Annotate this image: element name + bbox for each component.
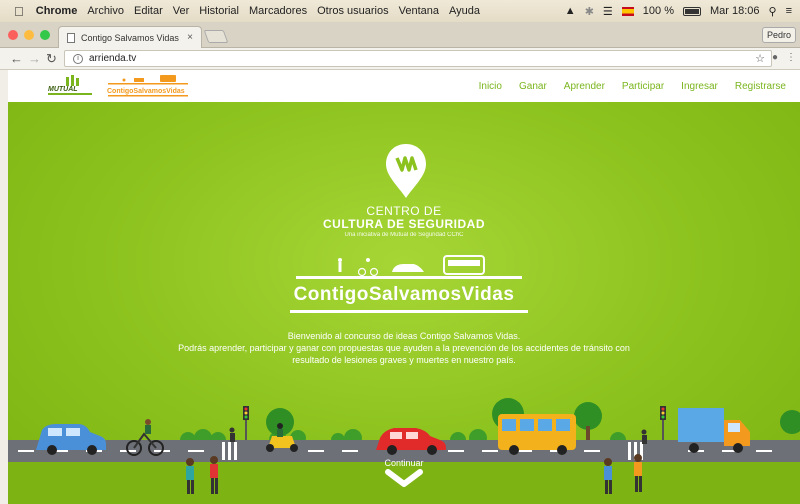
- hero-line-3: Una iniciativa de Mutual de Seguridad CC…: [344, 232, 464, 238]
- nav-participar[interactable]: Participar: [622, 81, 664, 92]
- yellow-bus: [498, 414, 576, 455]
- battery-percent: 100 %: [642, 5, 674, 17]
- car-icon: [392, 264, 424, 272]
- nav-inicio[interactable]: Inicio: [479, 81, 502, 92]
- minimize-window-icon[interactable]: [24, 30, 34, 40]
- menu-historial[interactable]: Historial: [199, 5, 239, 17]
- close-icon[interactable]: ×: [187, 32, 193, 43]
- site-nav: Inicio Ganar Aprender Participar Ingresa…: [462, 70, 786, 102]
- location-pin-icon: [386, 144, 426, 198]
- maximize-window-icon[interactable]: [40, 30, 50, 40]
- page-icon: [67, 32, 75, 43]
- hero-line-2: CULTURA DE SEGURIDAD: [323, 217, 485, 231]
- transport-icons: [296, 255, 522, 279]
- pedestrian-icon: [338, 258, 342, 262]
- brand-name: ContigoSalvamosVidas: [293, 284, 515, 305]
- flag-es-icon[interactable]: [621, 6, 634, 16]
- continue-label: Continuar: [384, 458, 424, 468]
- menu-ver[interactable]: Ver: [173, 5, 190, 17]
- cyclist-icon: [366, 258, 370, 262]
- hero-line-1: CENTRO DE: [366, 204, 442, 218]
- hero-title-block: CENTRO DE CULTURA DE SEGURIDAD Una inici…: [248, 204, 560, 238]
- menu-ventana[interactable]: Ventana: [399, 5, 439, 17]
- battery-icon[interactable]: [682, 6, 701, 16]
- site-header: MUTUAL ContigoSalvamosVidas Inicio Ganar…: [8, 70, 800, 102]
- browser-tab[interactable]: Contigo Salvamos Vidas ×: [58, 26, 202, 48]
- mac-menubar:  Chrome Archivo Editar Ver Historial Ma…: [0, 0, 800, 22]
- extension-icon[interactable]: ●: [772, 52, 778, 63]
- profile-button[interactable]: Pedro: [762, 27, 796, 43]
- nav-aprender[interactable]: Aprender: [564, 81, 605, 92]
- star-icon[interactable]: ☆: [755, 52, 765, 65]
- menu-otros-usuarios[interactable]: Otros usuarios: [317, 5, 389, 17]
- search-icon[interactable]: ⚲: [769, 5, 777, 18]
- svg-text:MUTUAL: MUTUAL: [48, 86, 78, 93]
- apple-icon[interactable]: : [14, 4, 24, 19]
- welcome-line-3: resultado de lesiones graves y muertes e…: [292, 355, 516, 365]
- address-bar[interactable]: i arrienda.tv ☆: [64, 50, 772, 67]
- menu-app-name[interactable]: Chrome: [36, 5, 78, 17]
- menu-marcadores[interactable]: Marcadores: [249, 5, 307, 17]
- svg-text:ContigoSalvamosVidas: ContigoSalvamosVidas: [107, 88, 185, 95]
- tab-title: Contigo Salvamos Vidas: [81, 32, 179, 43]
- close-window-icon[interactable]: [8, 30, 18, 40]
- welcome-line-2: Podrás aprender, participar y ganar con …: [178, 343, 630, 353]
- info-icon[interactable]: i: [73, 53, 83, 64]
- left-strip: [0, 70, 8, 504]
- url-text: arrienda.tv: [89, 53, 137, 64]
- hero-section: CENTRO DE CULTURA DE SEGURIDAD Una inici…: [8, 102, 800, 504]
- menu-editar[interactable]: Editar: [134, 5, 163, 17]
- continue-button[interactable]: Continuar: [364, 458, 444, 490]
- wifi-icon[interactable]: ☰: [603, 5, 613, 18]
- drive-icon[interactable]: ▲: [565, 5, 576, 17]
- brand-underline: [290, 310, 528, 313]
- nav-ganar[interactable]: Ganar: [519, 81, 547, 92]
- forward-icon[interactable]: →: [28, 51, 41, 66]
- window-controls: [8, 30, 50, 40]
- welcome-line-1: Bienvenido al concurso de ideas Contigo …: [287, 331, 521, 341]
- nav-ingresar[interactable]: Ingresar: [681, 81, 718, 92]
- menu-ayuda[interactable]: Ayuda: [449, 5, 480, 17]
- browser-toolbar: ← → ↻ i arrienda.tv ☆ ● ⋮: [0, 48, 800, 70]
- mutual-logo[interactable]: MUTUAL: [46, 75, 100, 97]
- nav-registrarse[interactable]: Registrarse: [735, 81, 786, 92]
- back-icon[interactable]: ←: [10, 51, 23, 66]
- menu-archivo[interactable]: Archivo: [87, 5, 124, 17]
- browser-tabbar: Contigo Salvamos Vidas × Pedro: [0, 22, 800, 48]
- list-icon[interactable]: ≡: [786, 5, 792, 17]
- welcome-text: Bienvenido al concurso de ideas Contigo …: [118, 330, 690, 366]
- chevron-down-icon[interactable]: [384, 468, 424, 488]
- bluetooth-icon[interactable]: ✱: [585, 5, 594, 18]
- clock[interactable]: Mar 18:06: [710, 5, 760, 17]
- menu-icon[interactable]: ⋮: [786, 52, 796, 63]
- new-tab-button[interactable]: [203, 30, 229, 43]
- reload-icon[interactable]: ↻: [46, 51, 57, 67]
- contigo-logo[interactable]: ContigoSalvamosVidas: [104, 74, 192, 98]
